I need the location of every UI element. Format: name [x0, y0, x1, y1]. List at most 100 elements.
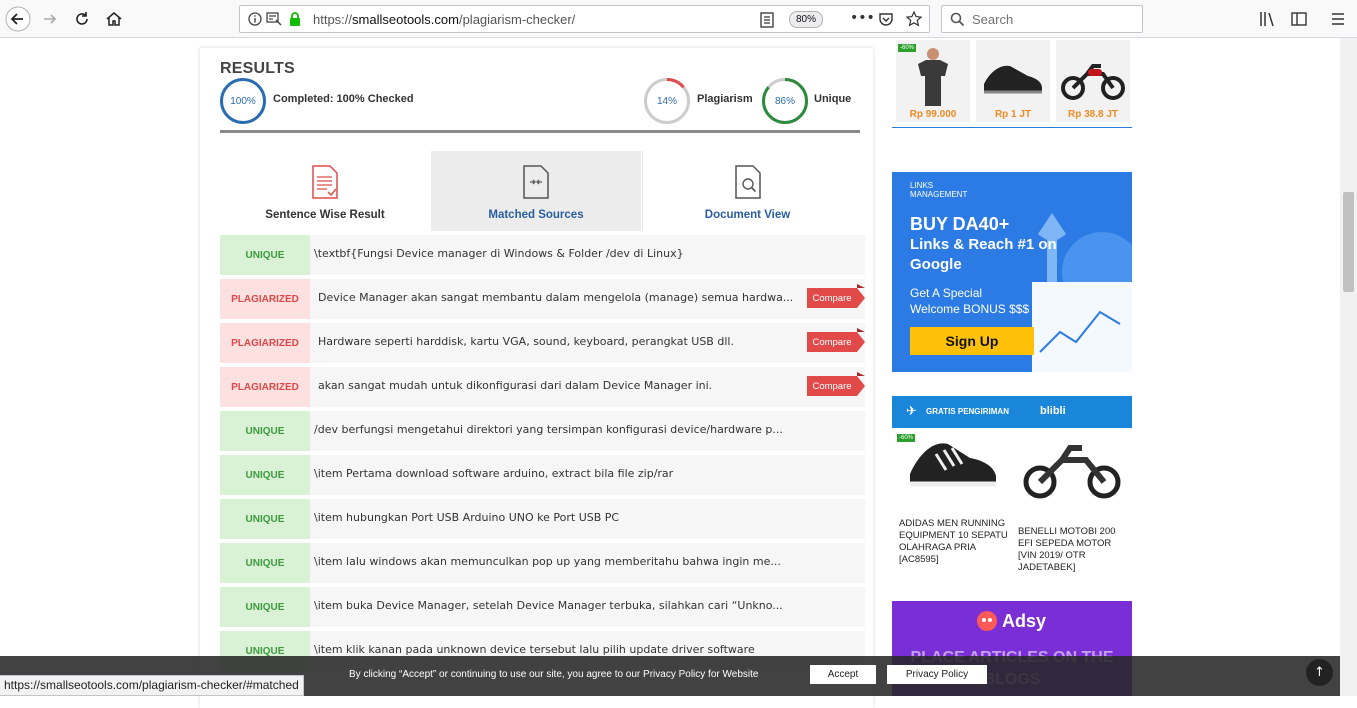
unique-label: Unique: [814, 93, 852, 105]
blibli-item-benelli[interactable]: BENELLI MOTOBI 200 EFI SEPEDA MOTOR [VIN…: [1018, 526, 1128, 574]
table-row[interactable]: UNIQUE /dev berfungsi mengetahui direkto…: [220, 411, 865, 451]
compare-button[interactable]: Compare: [807, 328, 865, 352]
url-text[interactable]: https://smallseotools.com/plagiarism-che…: [313, 12, 575, 27]
cookie-text: By clicking “Accept” or continuing to us…: [349, 669, 759, 680]
table-row[interactable]: UNIQUE \textbf{Fungsi Device manager di …: [220, 235, 865, 275]
unique-badge: UNIQUE: [220, 455, 310, 495]
hamburger-menu-icon[interactable]: [1329, 10, 1347, 28]
search-placeholder: Search: [972, 12, 1014, 27]
library-icon[interactable]: [1258, 10, 1276, 28]
forward-arrow-icon: [44, 14, 57, 24]
page-actions-icon[interactable]: •••: [850, 10, 875, 26]
unique-ring: 86%: [762, 78, 808, 124]
sentence-text: Device Manager akan sangat membantu dala…: [318, 291, 794, 304]
permissions-icon[interactable]: [266, 12, 282, 26]
links-brand: LINKS MANAGEMENT: [910, 181, 967, 199]
document-search-icon: [735, 165, 761, 199]
subtext-line1: Get A Special: [910, 286, 983, 300]
links-subtext: Get A Special Welcome BONUS $$$: [910, 285, 1029, 317]
scrollbar-thumb[interactable]: [1343, 192, 1354, 292]
table-row[interactable]: UNIQUE \item buka Device Manager, setela…: [220, 587, 865, 627]
bookmark-star-icon[interactable]: [906, 11, 922, 27]
unique-badge: UNIQUE: [220, 235, 310, 275]
url-scheme: https://: [313, 12, 353, 27]
accept-button[interactable]: Accept: [810, 665, 876, 684]
reload-button[interactable]: [68, 5, 96, 33]
scroll-to-top-button[interactable]: ↑: [1306, 659, 1333, 686]
unique-badge: UNIQUE: [220, 411, 310, 451]
blibli-ad[interactable]: ✈ GRATIS PENGIRIMAN blibli -60% ADIDAS M…: [892, 396, 1132, 584]
tab-document-view[interactable]: Document View: [642, 151, 852, 231]
unique-badge: UNIQUE: [220, 499, 310, 539]
subtext-line2: Welcome BONUS $$$: [910, 302, 1030, 316]
table-row[interactable]: UNIQUE \item hubungkan Port USB Arduino …: [220, 499, 865, 539]
back-button[interactable]: [4, 5, 32, 33]
shipping-plane-icon: ✈: [906, 404, 917, 419]
sentence-text: Hardware seperti harddisk, kartu VGA, so…: [318, 335, 734, 348]
blibli-banner-text: GRATIS PENGIRIMAN: [926, 407, 1009, 416]
completed-label: Completed: 100% Checked: [273, 93, 414, 105]
links-headline: BUY DA40+ Links & Reach #1 on Google: [910, 214, 1090, 275]
sentence-text: \item buka Device Manager, setelah Devic…: [314, 599, 783, 612]
forward-button[interactable]: [36, 5, 64, 33]
tab-document-view-label: Document View: [704, 209, 791, 221]
plagiarism-label: Plagiarism: [697, 93, 753, 105]
plagiarized-badge: PLAGIARIZED: [220, 367, 310, 407]
sentence-text: \item klik kanan pada unknown device ter…: [314, 643, 755, 656]
reload-icon: [76, 12, 88, 25]
brand-line2: MANAGEMENT: [910, 190, 968, 199]
adidas-shoe-icon: [910, 443, 996, 487]
pocket-icon[interactable]: [878, 11, 894, 27]
sentence-text: \item Pertama download software arduino,…: [314, 467, 674, 480]
sentence-list: UNIQUE \textbf{Fungsi Device manager di …: [220, 235, 865, 675]
sentence-text: \item hubungkan Port USB Arduino UNO ke …: [314, 511, 620, 524]
adsy-brand: Adsy: [1002, 611, 1047, 631]
tab-matched-sources[interactable]: Matched Sources: [431, 151, 641, 231]
headline-line1: BUY DA40+: [910, 214, 1010, 234]
product-tile[interactable]: -60% Rp 99.000: [896, 40, 970, 122]
results-title: RESULTS: [220, 60, 295, 77]
headline-line3: Google: [910, 256, 962, 273]
back-arrow-icon: [5, 6, 31, 32]
arrow-up-icon: ↑: [1314, 665, 1325, 680]
plagiarized-badge: PLAGIARIZED: [220, 279, 310, 319]
document-list-icon: [312, 165, 338, 199]
page-scrollbar[interactable]: [1340, 38, 1357, 696]
reader-view-icon[interactable]: [760, 12, 774, 28]
table-row[interactable]: UNIQUE \item lalu windows akan memunculk…: [220, 543, 865, 583]
zoom-level[interactable]: 80%: [789, 11, 823, 28]
unique-badge: UNIQUE: [220, 587, 310, 627]
product-tile[interactable]: Rp 38.8 JT: [1056, 40, 1130, 122]
sign-up-button[interactable]: Sign Up: [910, 327, 1034, 355]
links-management-ad[interactable]: LINKS MANAGEMENT BUY DA40+ Links & Reach…: [892, 172, 1132, 372]
table-row[interactable]: PLAGIARIZED Hardware seperti harddisk, k…: [220, 323, 865, 363]
product-tile[interactable]: Rp 1 JT: [976, 40, 1050, 122]
sentence-text: akan sangat mudah untuk dikonfigurasi da…: [318, 379, 713, 392]
sneaker-product-icon: [984, 65, 1042, 94]
info-icon[interactable]: [248, 12, 262, 26]
tab-sentence-wise-label: Sentence Wise Result: [265, 209, 385, 221]
completed-ring: 100%: [220, 78, 266, 124]
table-row[interactable]: PLAGIARIZED akan sangat mudah untuk diko…: [220, 367, 865, 407]
motorcycle-product-icon: [1061, 64, 1125, 100]
blibli-item-adidas[interactable]: ADIDAS MEN RUNNING EQUIPMENT 10 SEPATU O…: [899, 518, 1009, 566]
compare-button[interactable]: Compare: [807, 372, 865, 396]
product-ad[interactable]: -60% Rp 99.000 Rp 1 JT Rp 38.8 JT: [892, 38, 1132, 128]
product-price: Rp 99.000: [909, 109, 957, 120]
home-button[interactable]: [100, 5, 128, 33]
sentence-text: /dev berfungsi mengetahui direktori yang…: [314, 423, 783, 436]
unique-badge: UNIQUE: [220, 543, 310, 583]
benelli-motorcycle-icon: [1023, 445, 1121, 499]
sidebar-toggle-icon[interactable]: [1290, 10, 1308, 28]
blibli-brand: blibli: [1040, 405, 1066, 417]
privacy-policy-button[interactable]: Privacy Policy: [887, 665, 987, 684]
document-compare-icon: [523, 165, 549, 199]
sentence-text: \textbf{Fungsi Device manager di Windows…: [314, 247, 684, 260]
table-row[interactable]: PLAGIARIZED Device Manager akan sangat m…: [220, 279, 865, 319]
search-input[interactable]: Search: [941, 5, 1143, 33]
table-row[interactable]: UNIQUE \item Pertama download software a…: [220, 455, 865, 495]
tab-sentence-wise-result[interactable]: Sentence Wise Result: [220, 151, 430, 231]
address-bar[interactable]: https://smallseotools.com/plagiarism-che…: [239, 5, 930, 33]
unique-arc: [762, 78, 808, 124]
compare-button[interactable]: Compare: [807, 284, 865, 308]
